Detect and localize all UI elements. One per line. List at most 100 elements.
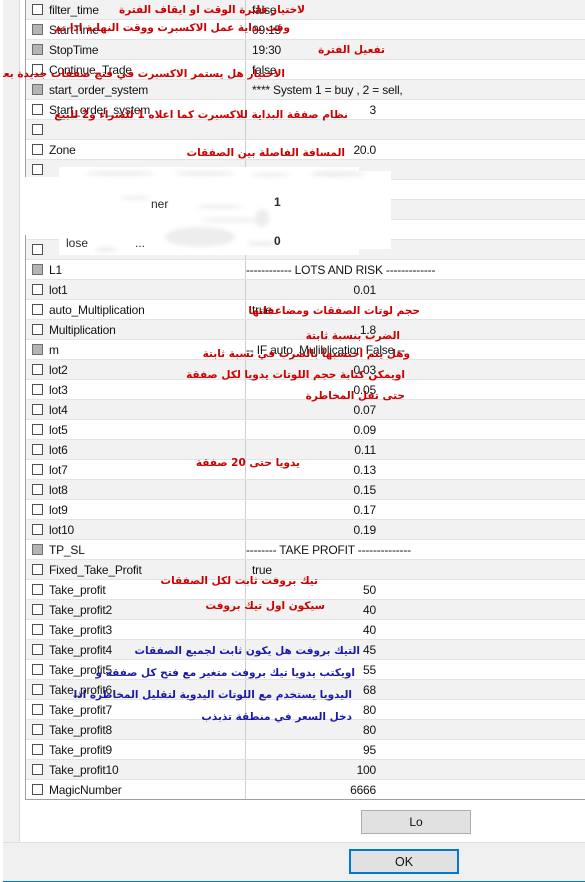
property-value[interactable] bbox=[245, 160, 383, 179]
property-row[interactable] bbox=[26, 200, 585, 220]
row-checkbox-cell[interactable] bbox=[26, 544, 48, 555]
checkbox-disabled-icon[interactable] bbox=[31, 264, 43, 275]
property-row[interactable]: filter_time false bbox=[26, 0, 585, 20]
property-row[interactable]: start_order_system **** System 1 = buy , … bbox=[26, 80, 585, 100]
row-checkbox-cell[interactable] bbox=[26, 204, 48, 215]
row-checkbox-cell[interactable] bbox=[26, 744, 48, 755]
row-checkbox-cell[interactable] bbox=[26, 44, 48, 55]
row-checkbox-cell[interactable] bbox=[26, 464, 48, 475]
checkbox-unchecked-icon[interactable] bbox=[31, 104, 43, 115]
row-checkbox-cell[interactable] bbox=[26, 504, 48, 515]
load-button[interactable]: Lo bbox=[361, 810, 471, 834]
checkbox-unchecked-icon[interactable] bbox=[31, 4, 43, 15]
checkbox-unchecked-icon[interactable] bbox=[31, 424, 43, 435]
property-value[interactable] bbox=[245, 240, 383, 259]
property-value[interactable]: 0.01 bbox=[245, 280, 383, 299]
property-value[interactable]: **** System 1 = buy , 2 = sell, bbox=[245, 80, 403, 99]
row-checkbox-cell[interactable] bbox=[26, 184, 48, 195]
checkbox-unchecked-icon[interactable] bbox=[31, 364, 43, 375]
row-checkbox-cell[interactable] bbox=[26, 124, 48, 135]
property-value[interactable] bbox=[245, 120, 383, 139]
property-row[interactable]: Take_profit9 95 bbox=[26, 740, 585, 760]
row-checkbox-cell[interactable] bbox=[26, 484, 48, 495]
checkbox-disabled-icon[interactable] bbox=[31, 544, 43, 555]
row-checkbox-cell[interactable] bbox=[26, 684, 48, 695]
property-value[interactable]: ------------ LOTS AND RISK ------------- bbox=[245, 260, 435, 279]
property-value[interactable]: 95 bbox=[245, 740, 383, 759]
checkbox-unchecked-icon[interactable] bbox=[31, 304, 43, 315]
property-row[interactable]: lot10 0.19 bbox=[26, 520, 585, 540]
property-row[interactable] bbox=[26, 120, 585, 140]
property-row[interactable]: StopTime 19:30 bbox=[26, 40, 585, 60]
property-value[interactable]: 0.15 bbox=[245, 480, 383, 499]
row-checkbox-cell[interactable] bbox=[26, 364, 48, 375]
row-checkbox-cell[interactable] bbox=[26, 384, 48, 395]
property-row[interactable]: lot7 0.13 bbox=[26, 460, 585, 480]
checkbox-unchecked-icon[interactable] bbox=[31, 704, 43, 715]
row-checkbox-cell[interactable] bbox=[26, 144, 48, 155]
property-value[interactable]: 0.19 bbox=[245, 520, 383, 539]
property-value[interactable]: 0.09 bbox=[245, 420, 383, 439]
checkbox-unchecked-icon[interactable] bbox=[31, 684, 43, 695]
checkbox-unchecked-icon[interactable] bbox=[31, 444, 43, 455]
property-row[interactable]: lot6 0.11 bbox=[26, 440, 585, 460]
row-checkbox-cell[interactable] bbox=[26, 164, 48, 175]
row-checkbox-cell[interactable] bbox=[26, 564, 48, 575]
checkbox-unchecked-icon[interactable] bbox=[31, 124, 43, 135]
row-checkbox-cell[interactable] bbox=[26, 664, 48, 675]
row-checkbox-cell[interactable] bbox=[26, 104, 48, 115]
property-value[interactable]: -------- TAKE PROFIT -------------- bbox=[245, 540, 411, 559]
property-row[interactable]: L1 ------------ LOTS AND RISK -----------… bbox=[26, 260, 585, 280]
ok-button[interactable]: OK bbox=[349, 849, 459, 874]
checkbox-unchecked-icon[interactable] bbox=[31, 624, 43, 635]
checkbox-unchecked-icon[interactable] bbox=[31, 184, 43, 195]
property-row[interactable]: lot8 0.15 bbox=[26, 480, 585, 500]
property-row[interactable]: TP_SL -------- TAKE PROFIT -------------- bbox=[26, 540, 585, 560]
checkbox-disabled-icon[interactable] bbox=[31, 24, 43, 35]
row-checkbox-cell[interactable] bbox=[26, 764, 48, 775]
property-row[interactable]: lot5 0.09 bbox=[26, 420, 585, 440]
property-row[interactable]: lot9 0.17 bbox=[26, 500, 585, 520]
checkbox-unchecked-icon[interactable] bbox=[31, 524, 43, 535]
checkbox-unchecked-icon[interactable] bbox=[31, 324, 43, 335]
property-row[interactable]: lot1 0.01 bbox=[26, 280, 585, 300]
property-row[interactable] bbox=[26, 240, 585, 260]
property-row[interactable]: Take_profit10 100 bbox=[26, 760, 585, 780]
row-checkbox-cell[interactable] bbox=[26, 644, 48, 655]
checkbox-unchecked-icon[interactable] bbox=[31, 384, 43, 395]
row-checkbox-cell[interactable] bbox=[26, 424, 48, 435]
property-value[interactable]: 100 bbox=[245, 760, 383, 779]
row-checkbox-cell[interactable] bbox=[26, 704, 48, 715]
property-row[interactable]: Take_profit3 40 bbox=[26, 620, 585, 640]
property-value[interactable]: 0.17 bbox=[245, 500, 383, 519]
property-row[interactable]: 1 bbox=[26, 180, 585, 200]
row-checkbox-cell[interactable] bbox=[26, 444, 48, 455]
checkbox-unchecked-icon[interactable] bbox=[31, 644, 43, 655]
row-checkbox-cell[interactable] bbox=[26, 244, 48, 255]
row-checkbox-cell[interactable] bbox=[26, 224, 48, 235]
row-checkbox-cell[interactable] bbox=[26, 604, 48, 615]
property-row[interactable]: 0 bbox=[26, 220, 585, 240]
checkbox-unchecked-icon[interactable] bbox=[31, 224, 43, 235]
checkbox-unchecked-icon[interactable] bbox=[31, 204, 43, 215]
checkbox-unchecked-icon[interactable] bbox=[31, 504, 43, 515]
row-checkbox-cell[interactable] bbox=[26, 324, 48, 335]
row-checkbox-cell[interactable] bbox=[26, 404, 48, 415]
row-checkbox-cell[interactable] bbox=[26, 784, 48, 795]
property-value[interactable]: 1 bbox=[245, 180, 383, 199]
property-value[interactable]: 40 bbox=[245, 620, 383, 639]
checkbox-unchecked-icon[interactable] bbox=[31, 744, 43, 755]
checkbox-unchecked-icon[interactable] bbox=[31, 584, 43, 595]
checkbox-unchecked-icon[interactable] bbox=[31, 244, 43, 255]
checkbox-disabled-icon[interactable] bbox=[31, 344, 43, 355]
checkbox-unchecked-icon[interactable] bbox=[31, 604, 43, 615]
property-row[interactable]: Take_profit8 80 bbox=[26, 720, 585, 740]
checkbox-unchecked-icon[interactable] bbox=[31, 164, 43, 175]
row-checkbox-cell[interactable] bbox=[26, 524, 48, 535]
checkbox-unchecked-icon[interactable] bbox=[31, 484, 43, 495]
checkbox-unchecked-icon[interactable] bbox=[31, 284, 43, 295]
checkbox-unchecked-icon[interactable] bbox=[31, 144, 43, 155]
row-checkbox-cell[interactable] bbox=[26, 624, 48, 635]
row-checkbox-cell[interactable] bbox=[26, 284, 48, 295]
property-row[interactable]: lot4 0.07 bbox=[26, 400, 585, 420]
